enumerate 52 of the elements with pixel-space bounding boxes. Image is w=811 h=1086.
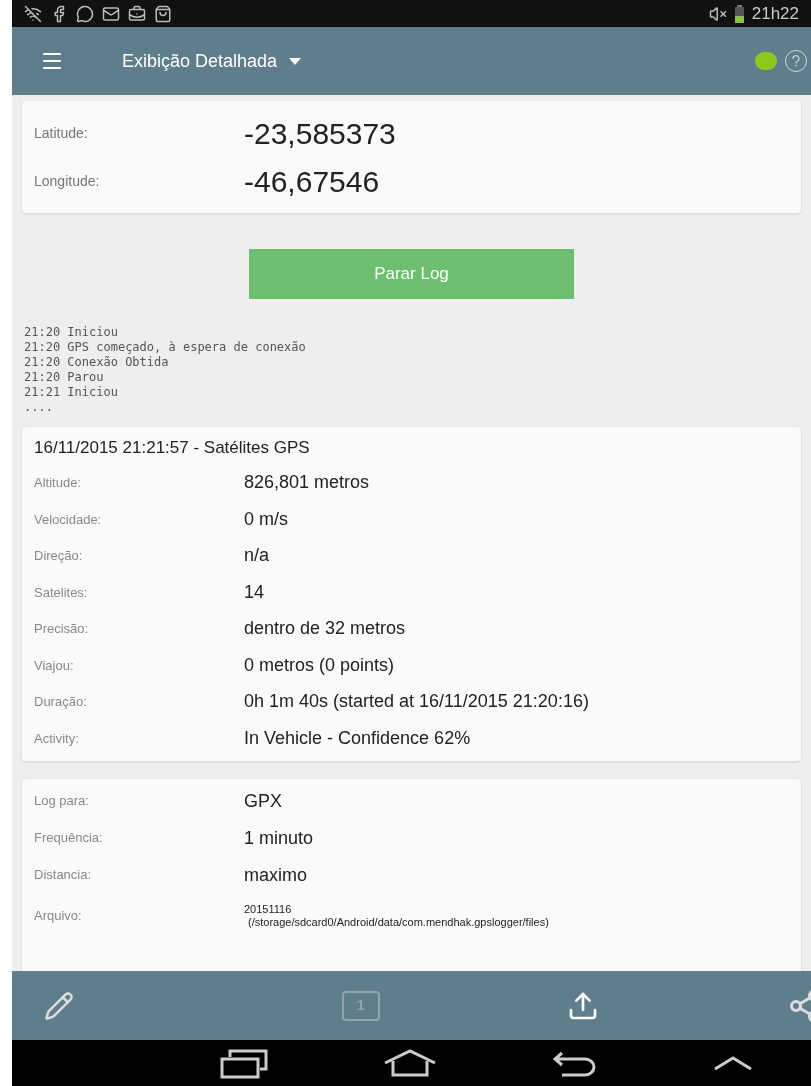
- field-label: Velocidade:: [34, 510, 103, 529]
- field-label: Log para:: [34, 792, 90, 811]
- log-line: 21:20 GPS começado, à espera de conexão: [24, 340, 306, 355]
- help-icon: [791, 55, 801, 67]
- field-value: dentro de 32 metros: [244, 617, 406, 641]
- log-line: 21:21 Iniciou: [24, 385, 118, 400]
- field-label: Direção:: [34, 547, 84, 565]
- field-label: Frequência:: [34, 829, 104, 848]
- field-label: Altitude:: [34, 474, 82, 492]
- field-value: n/a: [244, 544, 270, 568]
- recent-apps-icon[interactable]: [219, 1047, 268, 1079]
- field-value: In Vehicle - Confidence 62%: [244, 726, 471, 750]
- coordinate-label: Latitude:: [34, 123, 89, 143]
- more-indicator: ....: [24, 400, 53, 415]
- log-line: 21:20 Parou: [24, 370, 104, 385]
- file-path: (/storage/sdcard0/Android/data/com.mendhak.gpslogger/files): [247, 915, 549, 929]
- chat-icon: [76, 4, 94, 23]
- coordinate-label: Longitude:: [34, 171, 101, 191]
- field-label: Activity:: [34, 729, 80, 748]
- field-value: 0h 1m 40s (started at 16/11/2015 21:20:16): [244, 690, 589, 714]
- edit-button[interactable]: [44, 990, 74, 1021]
- caret-icon: [289, 57, 302, 65]
- home-icon[interactable]: [382, 1049, 437, 1077]
- field-value: 1 minuto: [244, 826, 314, 850]
- coordinate-value: -46,67546: [244, 163, 380, 200]
- file-name: 20151116: [244, 902, 292, 916]
- stop-log-button[interactable]: Parar Log: [249, 249, 574, 299]
- clock-time: 21h22: [751, 2, 799, 25]
- field-label: Precisão:: [34, 620, 90, 638]
- mute-icon: [708, 4, 727, 23]
- view-dropdown[interactable]: Exibição Detalhada: [122, 47, 302, 75]
- field-label: Duração:: [34, 693, 88, 711]
- field-label: Satelites:: [34, 583, 89, 602]
- field-value: maximo: [244, 863, 307, 887]
- field-value: 0 m/s: [244, 507, 288, 531]
- card-title: 16/11/2015 21:21:57 - Satélites GPS: [34, 437, 310, 459]
- field-value: 826,801 metros: [244, 471, 370, 495]
- log-line: 21:20 Iniciou: [24, 325, 118, 340]
- battery-icon: [734, 4, 744, 23]
- signal-off-icon: [24, 4, 42, 23]
- field-value: 14: [244, 580, 265, 604]
- field-label: Distancia:: [34, 866, 93, 885]
- coordinate-value: -23,585373: [244, 115, 396, 152]
- up-caret-icon[interactable]: [713, 1055, 754, 1071]
- briefcase-icon: [128, 4, 146, 23]
- mail-icon: [102, 4, 120, 23]
- field-value: 0 metros (0 points): [244, 653, 395, 677]
- field-value: GPX: [244, 789, 282, 813]
- log-line: 21:20 Conexão Obtida: [24, 355, 169, 370]
- field-label: Viajou:: [34, 656, 75, 675]
- field-label: Arquivo:: [34, 906, 83, 925]
- bag-icon: [154, 4, 172, 23]
